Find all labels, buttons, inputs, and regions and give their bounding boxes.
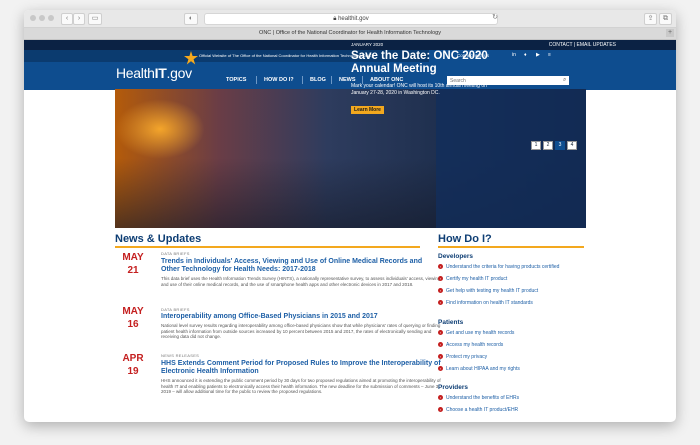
logo-it-text: IT [154, 65, 167, 81]
group-providers: Providers [438, 384, 468, 391]
utility-bar: CONTACT | EMAIL UPDATES [24, 40, 676, 50]
news-month: MAY [122, 306, 144, 317]
how-do-i-link-text: Understand the criteria for having produ… [446, 264, 560, 270]
how-do-i-link[interactable]: › Choose a health IT product/EHR [438, 407, 518, 413]
news-heading: News & Updates [115, 233, 202, 245]
tabs-overview-icon[interactable]: ⧉ [659, 13, 672, 25]
arrow-circle-icon: › [438, 330, 443, 336]
how-do-i-link[interactable]: › Certify my health IT product [438, 276, 507, 282]
address-bar[interactable]: 🔒︎ healthit.gov [204, 13, 498, 25]
browser-window: ‹ › ▭ ◐ 🔒︎ healthit.gov ↻ ⇪ ⧉ ONC | Offi… [24, 10, 676, 422]
tab-bar: ONC | Office of the National Coordinator… [24, 28, 676, 40]
rss-icon[interactable]: ≡ [548, 52, 551, 58]
group-developers: Developers [438, 253, 474, 260]
new-tab-button[interactable]: + [666, 29, 674, 37]
nav-divider [331, 76, 332, 84]
linkedin-icon[interactable]: in [512, 52, 516, 58]
news-category: DATA BRIEFS [161, 251, 190, 256]
hero-description: Mark your calendar! ONC will host its 10… [351, 83, 487, 96]
arrow-circle-icon: › [438, 395, 443, 401]
how-do-i-heading-rule [438, 246, 584, 248]
news-heading-rule [115, 246, 420, 248]
news-month: MAY [122, 252, 144, 263]
news-summary: This data brief uses the Health Informat… [161, 276, 441, 287]
logo-gov-text: .gov [166, 65, 193, 81]
twitter-icon[interactable]: ♦ [524, 52, 527, 58]
how-do-i-link-text: Choose a health IT product/EHR [446, 407, 519, 413]
hero-caption-panel [436, 89, 586, 228]
share-icon[interactable]: ⇪ [644, 13, 657, 25]
news-title-link[interactable]: HHS Extends Comment Period for Proposed … [161, 360, 441, 376]
how-do-i-link[interactable]: › Find information on health IT standards [438, 300, 533, 306]
how-do-i-link-text: Get and use my health records [446, 330, 515, 336]
how-do-i-link[interactable]: › Get help with testing my health IT prod… [438, 288, 538, 294]
news-category: NEWS RELEASES [161, 353, 200, 358]
news-title-link[interactable]: Trends in Individuals' Access, Viewing a… [161, 258, 441, 274]
nav-divider [256, 76, 257, 84]
news-day: 21 [127, 265, 139, 276]
how-do-i-link[interactable]: › Learn about HIPAA and my rights [438, 366, 520, 372]
minimize-window-icon[interactable] [39, 15, 45, 21]
how-do-i-link-text: Get help with testing my health IT produ… [446, 288, 539, 294]
news-summary: HHS announced it is extending the public… [161, 378, 441, 394]
url-text: healthit.gov [338, 16, 369, 22]
star-logo-icon [184, 51, 198, 65]
arrow-circle-icon: › [438, 407, 443, 413]
how-do-i-link-text: Understand the benefits of EHRs [446, 395, 520, 401]
zoom-window-icon[interactable] [48, 15, 54, 21]
news-month: APR [122, 353, 144, 364]
how-do-i-heading: How Do I? [438, 233, 492, 245]
active-tab-title[interactable]: ONC | Office of the National Coordinator… [259, 30, 441, 36]
carousel-page-1[interactable]: 1 [531, 141, 541, 150]
how-do-i-link[interactable]: › Get and use my health records [438, 330, 514, 336]
nav-how-do-i[interactable]: HOW DO I? [264, 77, 294, 83]
browser-toolbar: ‹ › ▭ ◐ 🔒︎ healthit.gov ↻ ⇪ ⧉ [24, 10, 676, 28]
carousel-page-3[interactable]: 3 [555, 141, 565, 150]
news-category: DATA BRIEFS [161, 307, 190, 312]
healthit-logo[interactable]: HealthIT.gov [116, 65, 192, 81]
arrow-circle-icon: › [438, 342, 443, 348]
official-website-text: Official Website of The Office of the Na… [199, 53, 373, 58]
arrow-circle-icon: › [438, 288, 443, 294]
reload-icon[interactable]: ↻ [490, 13, 500, 23]
logo-health-text: Health [116, 65, 155, 81]
how-do-i-link[interactable]: › Protect my privacy [438, 354, 487, 360]
privacy-shield-icon[interactable]: ◐ [184, 13, 198, 25]
carousel-page-2[interactable]: 2 [543, 141, 553, 150]
carousel-page-4[interactable]: 4 [567, 141, 577, 150]
contact-email-links[interactable]: CONTACT | EMAIL UPDATES [549, 42, 616, 48]
news-day: 16 [127, 319, 139, 330]
how-do-i-link[interactable]: › Understand the benefits of EHRs [438, 395, 519, 401]
close-window-icon[interactable] [30, 15, 36, 21]
how-do-i-link[interactable]: › Access my health records [438, 342, 503, 348]
hero-stage-lights [115, 99, 205, 159]
nav-blog[interactable]: BLOG [310, 77, 326, 83]
how-do-i-link-text: Certify my health IT product [446, 276, 508, 282]
nav-topics[interactable]: TOPICS [226, 77, 246, 83]
sidebar-icon[interactable]: ▭ [88, 13, 102, 25]
arrow-circle-icon: › [438, 366, 443, 372]
news-title-link[interactable]: Interoperability among Office-Based Phys… [161, 313, 441, 321]
hero-eyebrow: JANUARY 2020 [351, 42, 384, 47]
news-summary: National level survey results regarding … [161, 323, 441, 339]
hero-title: Save the Date: ONC 2020 Annual Meeting [351, 50, 488, 75]
site-header: Official Website of The Office of the Na… [24, 50, 676, 90]
how-do-i-link-text: Find information on health IT standards [446, 300, 533, 306]
how-do-i-link[interactable]: › Understand the criteria for having prod… [438, 264, 559, 270]
news-day: 19 [127, 366, 139, 377]
back-icon[interactable]: ‹ [61, 13, 73, 25]
arrow-circle-icon: › [438, 264, 443, 270]
how-do-i-link-text: Learn about HIPAA and my rights [446, 366, 520, 372]
learn-more-button[interactable]: Learn More [351, 106, 384, 114]
forward-icon[interactable]: › [73, 13, 85, 25]
how-do-i-link-text: Access my health records [446, 342, 504, 348]
arrow-circle-icon: › [438, 276, 443, 282]
arrow-circle-icon: › [438, 354, 443, 360]
nav-divider [302, 76, 303, 84]
search-icon[interactable]: ⌕ [563, 77, 566, 84]
arrow-circle-icon: › [438, 300, 443, 306]
group-patients: Patients [438, 319, 464, 326]
youtube-icon[interactable]: ▶ [536, 52, 540, 58]
how-do-i-link-text: Protect my privacy [446, 354, 488, 360]
